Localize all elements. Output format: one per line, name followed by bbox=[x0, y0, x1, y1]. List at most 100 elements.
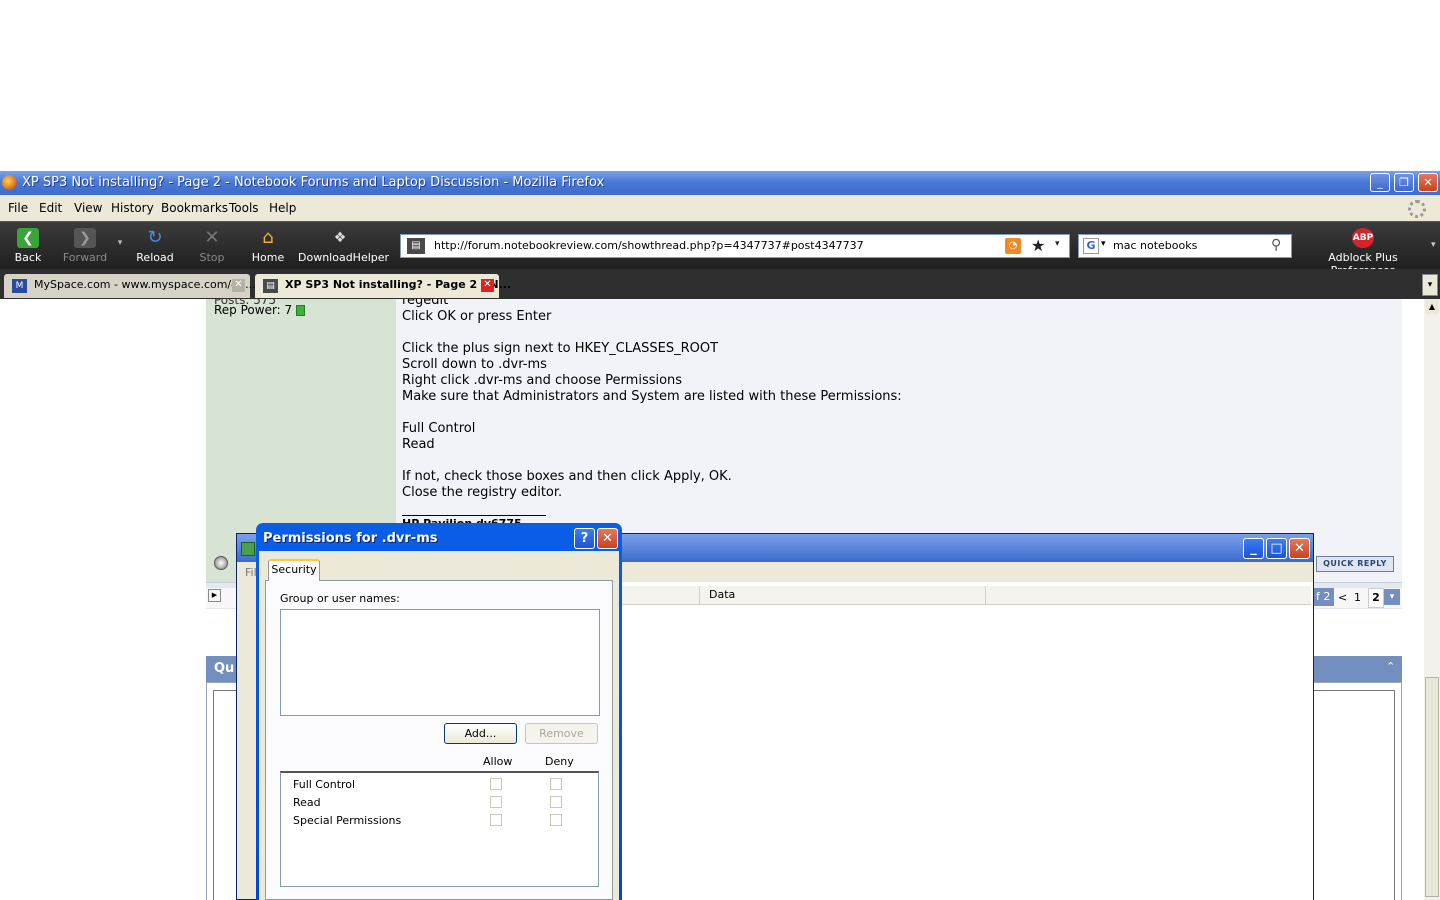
registry-values-pane[interactable] bbox=[617, 582, 1313, 900]
menu-bookmarks[interactable]: Bookmarks bbox=[161, 201, 228, 215]
menu-history[interactable]: History bbox=[111, 201, 154, 215]
perm-full-control-label: Full Control bbox=[293, 778, 356, 791]
adblock-preferences-button[interactable]: ABP Adblock Plus Preferences bbox=[1300, 226, 1426, 277]
full-control-deny-checkbox[interactable] bbox=[550, 778, 562, 790]
group-names-list[interactable] bbox=[280, 609, 600, 716]
home-icon: ⌂ bbox=[262, 227, 274, 248]
tab-close-icon[interactable]: ✕ bbox=[481, 279, 494, 292]
menu-view[interactable]: View bbox=[74, 201, 102, 215]
tab-label: MySpace.com - www.myspace.com/42... bbox=[34, 278, 256, 291]
downloadhelper-button[interactable]: ❖ DownloadHelper bbox=[298, 226, 389, 268]
menu-bar: File Edit View History Bookmarks Tools H… bbox=[0, 195, 1440, 221]
home-label: Home bbox=[251, 251, 285, 264]
menu-tools[interactable]: Tools bbox=[229, 201, 259, 215]
search-bar[interactable]: G ▾ mac notebooks ⚲ bbox=[1078, 234, 1292, 258]
menu-file[interactable]: File bbox=[8, 201, 28, 215]
page-1-link[interactable]: 1 bbox=[1354, 591, 1361, 604]
back-arrow-icon: ❮ bbox=[17, 228, 39, 248]
home-button[interactable]: ⌂ Home bbox=[248, 226, 288, 268]
read-deny-checkbox[interactable] bbox=[550, 796, 562, 808]
quick-reply-title: Qu bbox=[214, 661, 235, 676]
tab-security[interactable]: Security bbox=[268, 559, 320, 581]
engine-dropdown-icon[interactable]: ▾ bbox=[1101, 239, 1106, 249]
registry-close-button[interactable]: ✕ bbox=[1289, 538, 1310, 559]
back-button[interactable]: ❮ Back bbox=[8, 226, 48, 268]
tab-bar: M MySpace.com - www.myspace.com/42... ✕ … bbox=[0, 269, 1440, 299]
deny-column-label: Deny bbox=[545, 755, 574, 768]
throbber-icon bbox=[1408, 200, 1426, 218]
navigation-toolbar: ❮ Back ❯ Forward ▾ ↻ Reload ✕ Stop ⌂ Hom… bbox=[0, 221, 1440, 277]
special-allow-checkbox[interactable] bbox=[490, 814, 502, 826]
tab-label: XP SP3 Not installing? - Page 2 - N... bbox=[285, 278, 512, 291]
scroll-up-icon[interactable]: ▲ bbox=[1425, 300, 1439, 314]
post-line: Scroll down to .dvr-ms bbox=[402, 357, 547, 372]
expand-arrow-icon[interactable]: ▶ bbox=[208, 589, 221, 602]
dialog-close-button[interactable]: ✕ bbox=[597, 528, 618, 549]
full-control-allow-checkbox[interactable] bbox=[490, 778, 502, 790]
page-dropdown-icon[interactable]: ▾ bbox=[1384, 589, 1400, 605]
tab-close-icon[interactable]: ✕ bbox=[232, 279, 245, 292]
page-prev-link[interactable]: < bbox=[1338, 591, 1347, 604]
post-line: Read bbox=[402, 437, 435, 452]
menu-help[interactable]: Help bbox=[269, 201, 296, 215]
vertical-scrollbar[interactable]: ▲ bbox=[1424, 299, 1440, 900]
forward-label: Forward bbox=[62, 251, 108, 264]
reload-icon: ↻ bbox=[147, 227, 163, 248]
allow-column-label: Allow bbox=[483, 755, 513, 768]
tab-xp-sp3[interactable]: ▤ XP SP3 Not installing? - Page 2 - N...… bbox=[255, 274, 511, 298]
post-status-icon bbox=[214, 556, 228, 570]
firefox-logo-icon bbox=[2, 175, 17, 190]
remove-button[interactable]: Remove bbox=[525, 723, 598, 744]
collapse-icon[interactable]: ⌃ bbox=[1386, 660, 1395, 673]
stop-icon: ✕ bbox=[204, 227, 220, 248]
add-button[interactable]: Add... bbox=[444, 723, 517, 744]
rep-bar-icon bbox=[296, 305, 306, 316]
toolbar-overflow-icon[interactable]: ▾ bbox=[1431, 240, 1436, 250]
close-button[interactable]: ✕ bbox=[1418, 173, 1438, 192]
rep-power: Rep Power: 7 bbox=[214, 303, 306, 317]
rss-feed-icon[interactable]: ◔ bbox=[1005, 238, 1021, 254]
post-line: Full Control bbox=[402, 421, 476, 436]
post-line: If not, check those boxes and then click… bbox=[402, 469, 732, 484]
registry-menu-file[interactable]: Fil bbox=[245, 566, 257, 579]
page-label: f 2 bbox=[1312, 588, 1335, 606]
special-deny-checkbox[interactable] bbox=[550, 814, 562, 826]
scroll-thumb[interactable] bbox=[1425, 677, 1439, 897]
post-line: Click the plus sign next to HKEY_CLASSES… bbox=[402, 341, 719, 356]
search-magnifier-icon[interactable]: ⚲ bbox=[1271, 237, 1281, 253]
forward-arrow-icon: ❯ bbox=[74, 228, 96, 248]
perm-read-label: Read bbox=[293, 796, 321, 809]
url-text: http://forum.notebookreview.com/showthre… bbox=[434, 239, 864, 252]
registry-column-header: Data bbox=[617, 586, 1311, 605]
page-icon: ▤ bbox=[407, 238, 425, 254]
downloadhelper-label: DownloadHelper bbox=[298, 251, 390, 264]
read-allow-checkbox[interactable] bbox=[490, 796, 502, 808]
tab-list-dropdown-icon[interactable]: ▾ bbox=[1422, 274, 1438, 296]
bookmark-star-icon[interactable]: ★ bbox=[1031, 236, 1045, 255]
url-bar[interactable]: ▤ http://forum.notebookreview.com/showth… bbox=[400, 234, 1070, 258]
registry-maximize-button[interactable]: □ bbox=[1266, 538, 1287, 559]
google-engine-icon[interactable]: G bbox=[1083, 238, 1099, 254]
window-title: XP SP3 Not installing? - Page 2 - Notebo… bbox=[22, 175, 605, 190]
perm-special-label: Special Permissions bbox=[293, 814, 402, 827]
reload-label: Reload bbox=[136, 251, 174, 264]
restore-button[interactable]: ❐ bbox=[1394, 173, 1414, 192]
url-dropdown-icon[interactable]: ▾ bbox=[1055, 239, 1060, 249]
help-button[interactable]: ? bbox=[574, 528, 595, 549]
dialog-title: Permissions for .dvr-ms bbox=[263, 531, 438, 546]
title-bar[interactable]: XP SP3 Not installing? - Page 2 - Notebo… bbox=[0, 171, 1440, 195]
tab-myspace[interactable]: M MySpace.com - www.myspace.com/42... ✕ bbox=[4, 274, 256, 298]
group-names-label: Group or user names: bbox=[280, 592, 400, 605]
forward-button[interactable]: ❯ Forward bbox=[60, 226, 110, 268]
column-data[interactable]: Data bbox=[709, 588, 735, 601]
menu-edit[interactable]: Edit bbox=[39, 201, 62, 215]
post-line: Close the registry editor. bbox=[402, 485, 563, 500]
permissions-dialog: Permissions for .dvr-ms ? ✕ Security Gro… bbox=[256, 523, 622, 900]
stop-button[interactable]: ✕ Stop bbox=[192, 226, 232, 268]
search-input[interactable]: mac notebooks bbox=[1113, 239, 1197, 252]
registry-minimize-button[interactable]: _ bbox=[1243, 538, 1264, 559]
minimize-button[interactable]: _ bbox=[1370, 173, 1390, 192]
quick-reply-button[interactable]: QUICK REPLY bbox=[1316, 556, 1394, 572]
reload-button[interactable]: ↻ Reload bbox=[132, 226, 178, 268]
downloadhelper-icon: ❖ bbox=[333, 230, 347, 246]
